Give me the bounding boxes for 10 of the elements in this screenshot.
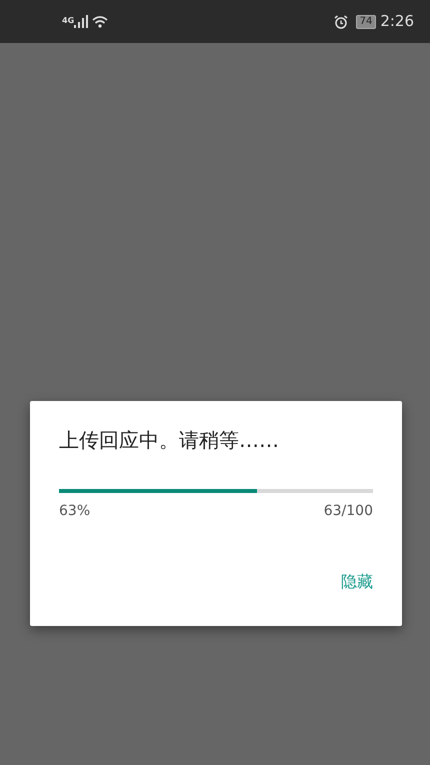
- count-label: 63/100: [324, 502, 373, 521]
- clock-time: 2:26: [380, 11, 414, 32]
- dialog-title: 上传回应中。请稍等……: [59, 427, 280, 454]
- alarm-icon: [334, 14, 348, 28]
- wifi-icon: [92, 15, 108, 28]
- signal-icon: [74, 15, 88, 28]
- battery-indicator: 74: [356, 14, 376, 28]
- network-type-label: 4G: [62, 17, 74, 25]
- percent-label: 63%: [59, 502, 90, 521]
- hide-button[interactable]: 隐藏: [341, 566, 373, 598]
